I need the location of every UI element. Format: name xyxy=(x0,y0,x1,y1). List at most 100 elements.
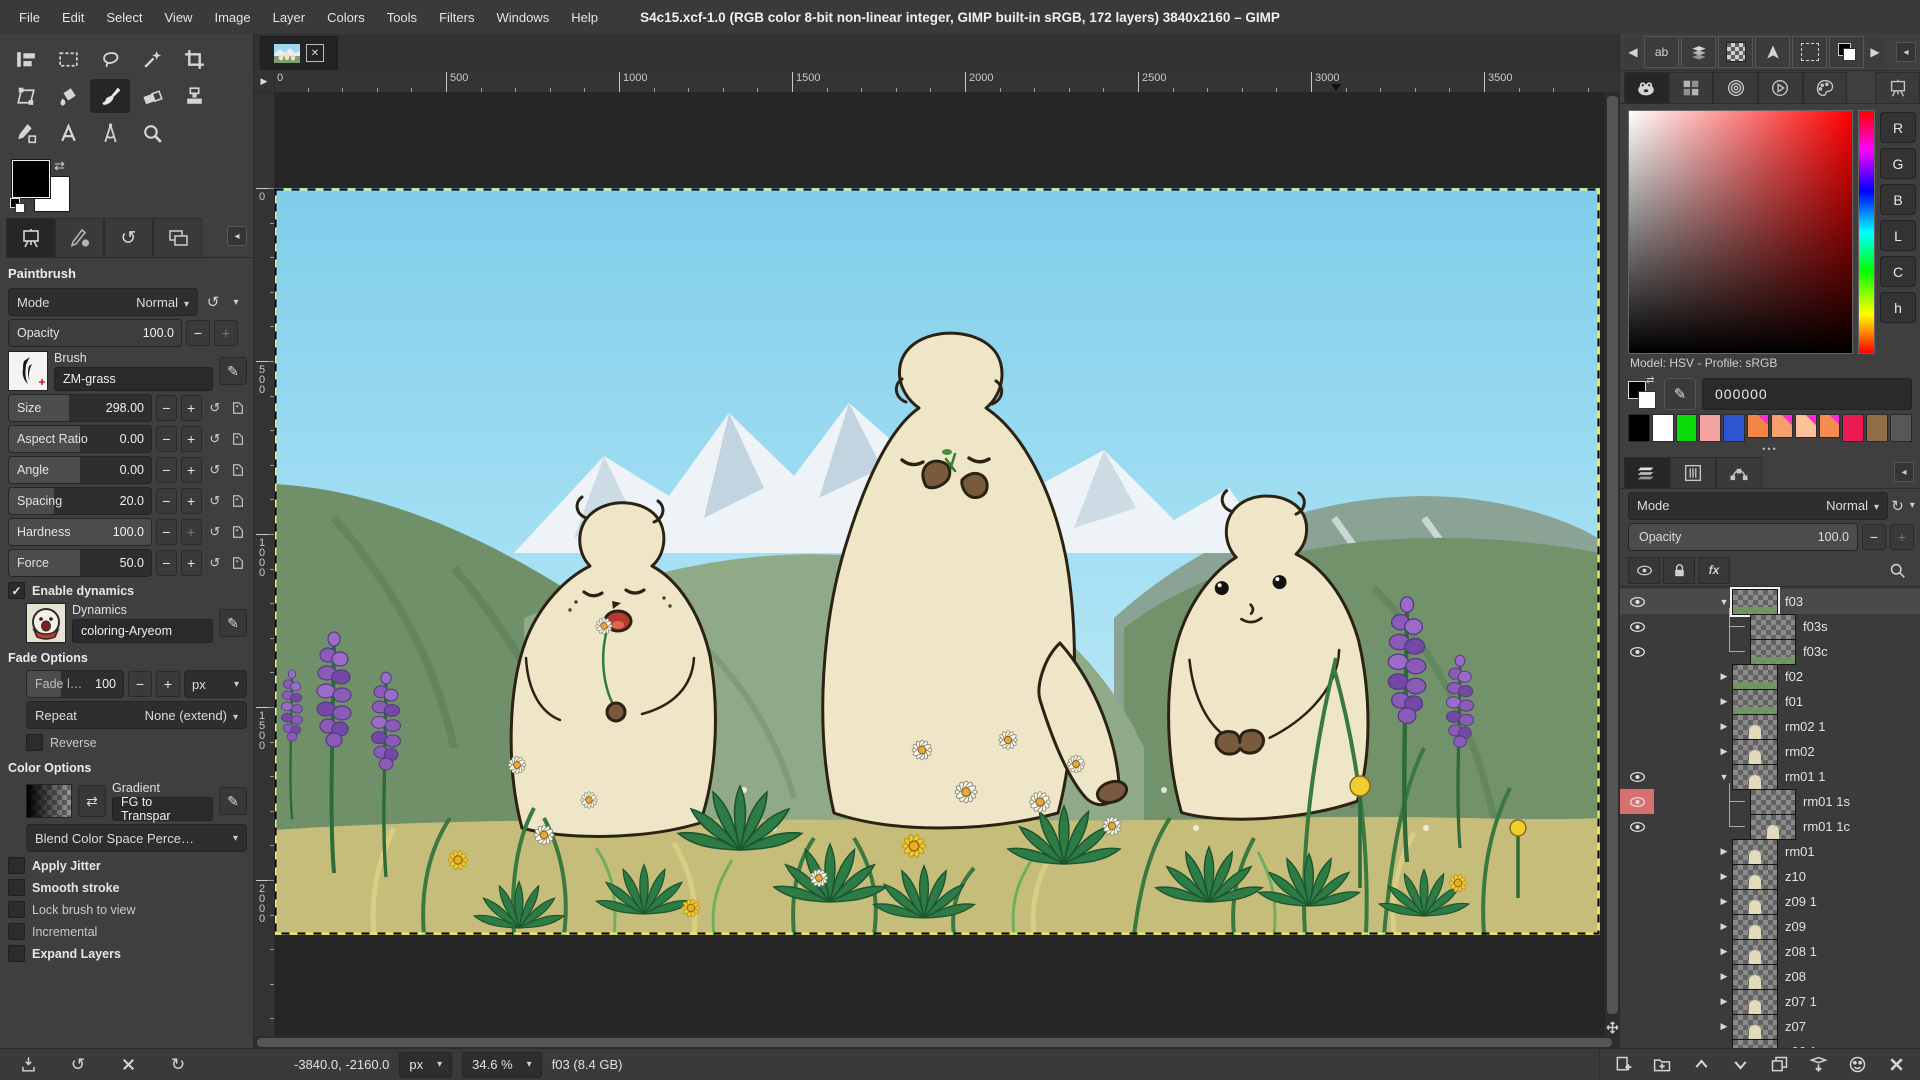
tab-device-status[interactable] xyxy=(55,218,104,257)
layer-thumbnail[interactable] xyxy=(1732,839,1778,865)
alignment-tool[interactable] xyxy=(6,42,46,76)
aspect-ratio-increment-button[interactable]: + xyxy=(181,426,202,452)
hardness-reset-icon[interactable]: ↺ xyxy=(206,521,225,543)
mode-reset-icon[interactable]: ↺ xyxy=(202,291,224,313)
layer-thumbnail[interactable] xyxy=(1750,814,1796,840)
fuzzy-select-tool[interactable] xyxy=(132,42,172,76)
layer-expander[interactable]: ▶ xyxy=(1716,921,1732,932)
layer-thumbnail[interactable] xyxy=(1732,989,1778,1015)
vertical-scrollbar-thumb[interactable] xyxy=(1607,96,1618,1014)
angle-decrement-button[interactable]: − xyxy=(156,457,177,483)
hue-strip[interactable] xyxy=(1858,110,1875,354)
menu-select[interactable]: Select xyxy=(95,0,153,34)
ruler-menu-icon[interactable]: ▶ xyxy=(254,70,275,92)
layer-opacity-slider[interactable]: Opacity 100.0 xyxy=(1628,523,1858,551)
foreground-color-swatch[interactable] xyxy=(12,160,50,198)
hardness-link-icon[interactable] xyxy=(228,521,247,543)
angle-slider[interactable]: Angle0.00 xyxy=(8,456,152,484)
ink-tool[interactable] xyxy=(6,116,46,150)
free-select-tool[interactable] xyxy=(90,42,130,76)
menu-file[interactable]: File xyxy=(8,0,51,34)
tab-images[interactable] xyxy=(153,218,202,257)
force-link-icon[interactable] xyxy=(228,552,247,574)
size-slider[interactable]: Size298.00 xyxy=(8,394,152,422)
vertical-ruler[interactable]: 0500100015002000 xyxy=(254,93,275,1036)
layer-visibility-toggle[interactable] xyxy=(1620,839,1654,864)
layer-visibility-toggle[interactable] xyxy=(1620,714,1654,739)
layer-visibility-toggle[interactable] xyxy=(1620,664,1654,689)
history-swatch[interactable] xyxy=(1771,414,1793,438)
menu-help[interactable]: Help xyxy=(560,0,609,34)
eraser-tool[interactable] xyxy=(132,79,172,113)
history-swatch[interactable] xyxy=(1628,414,1650,442)
menu-colors[interactable]: Colors xyxy=(316,0,376,34)
history-swatch[interactable] xyxy=(1723,414,1745,442)
menu-filters[interactable]: Filters xyxy=(428,0,485,34)
history-swatch[interactable] xyxy=(1842,414,1864,442)
aspect-ratio-reset-icon[interactable]: ↺ xyxy=(206,428,225,450)
reverse-checkbox[interactable] xyxy=(26,734,43,751)
history-swatch[interactable] xyxy=(1652,414,1674,442)
layer-visibility-toggle[interactable] xyxy=(1620,889,1654,914)
blend-space-select[interactable]: Blend Color Space Perce… ▾ xyxy=(26,824,247,852)
channel-button-G[interactable]: G xyxy=(1880,148,1916,179)
layer-row-z10[interactable]: ▶z10 xyxy=(1620,864,1920,889)
foreground-background-colors[interactable]: ⇄ xyxy=(12,160,74,216)
navigation-icon[interactable] xyxy=(1605,1018,1620,1036)
layer-thumbnail[interactable] xyxy=(1732,939,1778,965)
duplicate-layer-button[interactable] xyxy=(1767,1053,1793,1077)
fg-bg-mini[interactable]: ⇄ xyxy=(1628,379,1658,409)
size-reset-icon[interactable]: ↺ xyxy=(206,397,225,419)
layer-thumbnail[interactable] xyxy=(1732,589,1778,615)
tab-tool-options[interactable] xyxy=(6,218,55,257)
tab-palette[interactable] xyxy=(1803,72,1848,103)
measure-tool[interactable] xyxy=(90,116,130,150)
channel-button-R[interactable]: R xyxy=(1880,112,1916,143)
layers-stack-tab[interactable] xyxy=(1681,36,1716,68)
scroll-left-icon[interactable]: ◀ xyxy=(1624,37,1642,67)
tab-gimp-color[interactable] xyxy=(1624,72,1669,103)
layer-row-z07[interactable]: ▶z07 xyxy=(1620,1014,1920,1039)
saturation-value-square[interactable] xyxy=(1628,110,1853,354)
layer-row-rm02[interactable]: ▶rm02 xyxy=(1620,739,1920,764)
history-swatch[interactable] xyxy=(1747,414,1769,438)
layer-expander[interactable]: ▼ xyxy=(1716,772,1732,782)
dynamics-name-field[interactable]: coloring-Aryeom xyxy=(72,619,213,643)
layer-expander[interactable]: ▶ xyxy=(1716,746,1732,757)
tab-watercolor[interactable] xyxy=(1713,72,1758,103)
layer-visibility-toggle[interactable] xyxy=(1620,964,1654,989)
size-decrement-button[interactable]: − xyxy=(156,395,177,421)
clone-tool[interactable] xyxy=(174,79,214,113)
horizontal-scrollbar-thumb[interactable] xyxy=(257,1038,1612,1047)
paintbrush-tool[interactable] xyxy=(90,79,130,113)
lock-header-icon[interactable] xyxy=(1663,557,1695,584)
layer-row-f02[interactable]: ▶f02 xyxy=(1620,664,1920,689)
layer-visibility-toggle[interactable] xyxy=(1620,814,1654,839)
layer-row-f03c[interactable]: f03c xyxy=(1620,639,1920,664)
hardness-decrement-button[interactable]: − xyxy=(156,519,177,545)
hex-color-field[interactable]: 000000 xyxy=(1702,378,1912,410)
layer-visibility-toggle[interactable] xyxy=(1620,739,1654,764)
spacing-slider[interactable]: Spacing20.0 xyxy=(8,487,152,515)
scroll-right-icon[interactable]: ▶ xyxy=(1866,37,1884,67)
angle-reset-icon[interactable]: ↺ xyxy=(206,459,225,481)
layer-opacity-increment-button[interactable]: + xyxy=(1890,524,1914,550)
menu-windows[interactable]: Windows xyxy=(485,0,560,34)
layers-menu-icon[interactable]: ◂ xyxy=(1894,462,1914,482)
gradient-thumbnail[interactable] xyxy=(26,784,72,818)
layer-row-z09[interactable]: ▶z09 xyxy=(1620,914,1920,939)
layer-expander[interactable]: ▶ xyxy=(1716,946,1732,957)
fade-unit-select[interactable]: px ▾ xyxy=(184,670,247,698)
g radient-flip-icon[interactable]: ⇄ xyxy=(78,785,106,817)
layer-visibility-toggle[interactable] xyxy=(1620,789,1654,814)
layer-visibility-toggle[interactable] xyxy=(1620,914,1654,939)
visibility-header-icon[interactable] xyxy=(1628,557,1660,584)
tab-layers[interactable] xyxy=(1624,457,1670,488)
apply-jitter-checkbox[interactable] xyxy=(8,857,25,874)
layer-thumbnail[interactable] xyxy=(1732,764,1778,790)
layer-row-rm01-1c[interactable]: rm01 1c xyxy=(1620,814,1920,839)
smooth-stroke-checkbox[interactable] xyxy=(8,879,25,896)
image-tab[interactable]: ✕ xyxy=(260,36,338,70)
more-swatches-dots[interactable]: ••• xyxy=(1620,442,1920,456)
force-reset-icon[interactable]: ↺ xyxy=(206,552,225,574)
